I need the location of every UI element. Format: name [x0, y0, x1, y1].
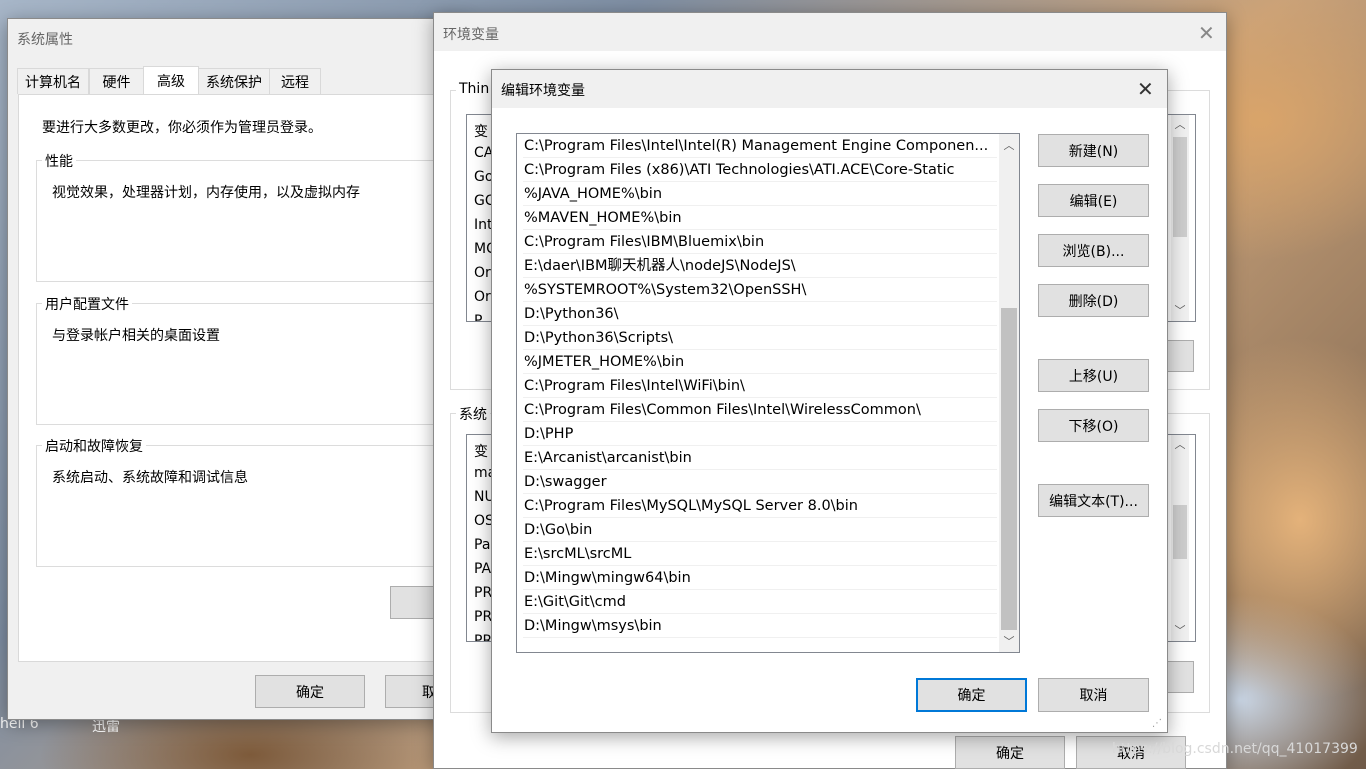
path-list-item[interactable]: %JMETER_HOME%\bin [523, 351, 997, 374]
path-list-item[interactable]: E:\srcML\srcML [523, 543, 997, 566]
edit-env-var-dialog: 编辑环境变量 ✕ C:\Program Files\Intel\Intel(R)… [491, 69, 1168, 733]
scroll-up-icon[interactable]: ︿ [1171, 115, 1189, 133]
tab-system-protection[interactable]: 系统保护 [198, 68, 270, 94]
system-var-item[interactable]: Pa [474, 537, 490, 553]
system-properties-title: 系统属性 [17, 32, 73, 48]
user-profile-label: 用户配置文件 [42, 294, 132, 314]
browse-button[interactable]: 浏览(B)... [1038, 234, 1149, 267]
path-list-item[interactable]: D:\PHP [523, 423, 997, 446]
startup-recovery-desc: 系统启动、系统故障和调试信息 [52, 470, 248, 486]
system-var-item[interactable]: PR [474, 633, 492, 641]
user-vars-label: Thin [456, 81, 493, 97]
system-var-item[interactable]: PR [474, 585, 492, 601]
user-var-item[interactable]: Int [474, 217, 493, 233]
user-var-item[interactable]: Or [474, 289, 491, 305]
path-list-item[interactable]: %JAVA_HOME%\bin [523, 183, 997, 206]
path-list-item[interactable]: %MAVEN_HOME%\bin [523, 207, 997, 230]
path-list-item[interactable]: D:\Go\bin [523, 519, 997, 542]
startup-recovery-group [36, 445, 456, 567]
tab-advanced[interactable]: 高级 [143, 66, 199, 94]
performance-desc: 视觉效果，处理器计划，内存使用，以及虚拟内存 [52, 185, 360, 201]
edit-env-var-close-icon[interactable]: ✕ [1137, 79, 1154, 99]
user-var-item[interactable]: Or [474, 265, 491, 281]
path-list-item[interactable]: C:\Program Files\IBM\Bluemix\bin [523, 231, 997, 254]
path-list-item[interactable]: D:\swagger [523, 471, 997, 494]
scroll-down-icon[interactable]: ﹀ [1171, 301, 1189, 319]
startup-recovery-label: 启动和故障恢复 [42, 436, 146, 456]
move-down-button[interactable]: 下移(O) [1038, 409, 1149, 442]
system-var-item[interactable]: PA [474, 561, 491, 577]
scroll-thumb[interactable] [1173, 137, 1187, 237]
path-list-scrollbar[interactable]: ︿ ﹀ [999, 134, 1019, 652]
path-list-item[interactable]: D:\Mingw\mingw64\bin [523, 567, 997, 590]
scroll-down-icon[interactable]: ﹀ [999, 632, 1019, 650]
performance-group [36, 160, 456, 282]
sysprops-ok-button[interactable]: 确定 [255, 675, 365, 708]
user-vars-scrollbar[interactable]: ︿ ﹀ [1171, 115, 1189, 321]
path-list-item[interactable]: C:\Program Files (x86)\ATI Technologies\… [523, 159, 997, 182]
edit-button[interactable]: 编辑(E) [1038, 184, 1149, 217]
path-list-item[interactable]: E:\daer\IBM聊天机器人\nodeJS\NodeJS\ [523, 255, 997, 278]
system-vars-scrollbar[interactable]: ︿ ﹀ [1171, 435, 1189, 641]
path-list-item[interactable]: C:\Program Files\Intel\Intel(R) Manageme… [523, 135, 997, 158]
path-list-item[interactable]: C:\Program Files\Common Files\Intel\Wire… [523, 399, 997, 422]
env-vars-ok-button[interactable]: 确定 [955, 736, 1065, 769]
path-list-item[interactable]: C:\Program Files\Intel\WiFi\bin\ [523, 375, 997, 398]
user-profile-desc: 与登录帐户相关的桌面设置 [52, 328, 220, 344]
scroll-thumb[interactable] [1173, 505, 1187, 559]
system-vars-label: 系统 [456, 404, 490, 424]
scroll-down-icon[interactable]: ﹀ [1171, 621, 1189, 639]
path-list-item[interactable]: C:\Program Files\MySQL\MySQL Server 8.0\… [523, 495, 997, 518]
system-var-item[interactable]: PR [474, 609, 492, 625]
edit-text-button[interactable]: 编辑文本(T)... [1038, 484, 1149, 517]
performance-label: 性能 [42, 151, 76, 171]
edit-env-var-title: 编辑环境变量 [501, 83, 585, 99]
env-vars-close-icon[interactable]: ✕ [1198, 23, 1215, 43]
scroll-thumb[interactable] [1001, 308, 1017, 630]
path-list[interactable]: C:\Program Files\Intel\Intel(R) Manageme… [516, 133, 1020, 653]
scroll-up-icon[interactable]: ︿ [999, 136, 1019, 154]
path-list-item[interactable]: D:\Mingw\msys\bin [523, 615, 997, 638]
scroll-up-icon[interactable]: ︿ [1171, 435, 1189, 453]
edit-env-ok-button[interactable]: 确定 [916, 678, 1027, 712]
resize-grip-icon[interactable]: ⋰ [1152, 718, 1162, 729]
path-list-item[interactable]: %SYSTEMROOT%\System32\OpenSSH\ [523, 279, 997, 302]
system-var-item[interactable]: 变 [474, 441, 488, 461]
new-button[interactable]: 新建(N) [1038, 134, 1149, 167]
watermark: https://blog.csdn.net/qq_41017399 [1112, 741, 1358, 757]
path-list-item[interactable]: E:\Git\Git\cmd [523, 591, 997, 614]
edit-env-cancel-button[interactable]: 取消 [1038, 678, 1149, 712]
path-list-item[interactable]: D:\Python36\Scripts\ [523, 327, 997, 350]
tab-computer-name[interactable]: 计算机名 [17, 68, 89, 94]
user-var-item[interactable]: 变 [474, 121, 488, 141]
user-profile-group [36, 303, 456, 425]
admin-note: 要进行大多数更改，你必须作为管理员登录。 [42, 120, 322, 136]
delete-button[interactable]: 删除(D) [1038, 284, 1149, 317]
tab-remote[interactable]: 远程 [269, 68, 321, 94]
move-up-button[interactable]: 上移(U) [1038, 359, 1149, 392]
tab-hardware[interactable]: 硬件 [89, 68, 144, 94]
user-var-item[interactable]: P [474, 313, 482, 321]
env-vars-title: 环境变量 [443, 27, 499, 43]
path-list-item[interactable]: D:\Python36\ [523, 303, 997, 326]
path-list-item[interactable]: E:\Arcanist\arcanist\bin [523, 447, 997, 470]
